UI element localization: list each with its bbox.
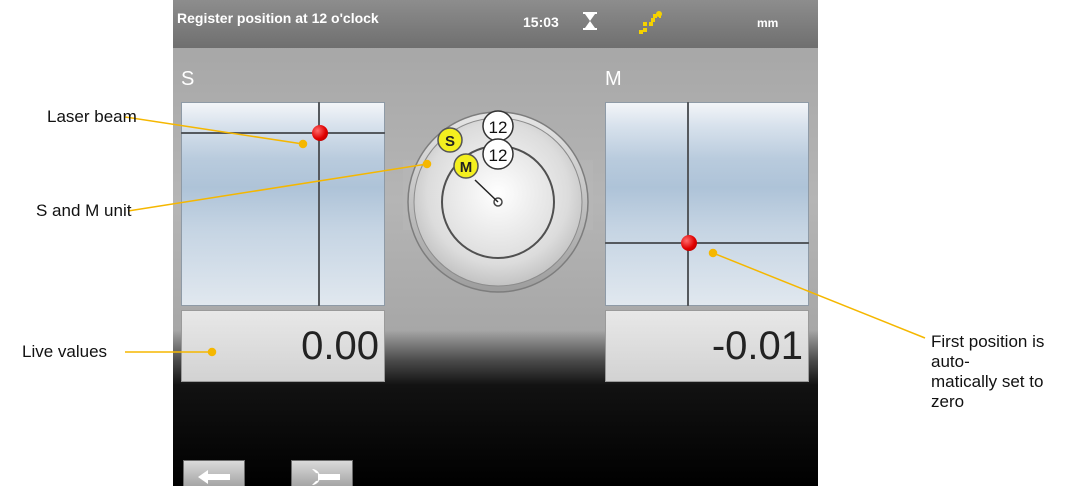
callout-lines xyxy=(124,116,926,357)
laser-beam-leader xyxy=(124,116,304,145)
first-position-leader xyxy=(712,252,926,339)
laser-beam-callout: Laser beam xyxy=(47,107,137,126)
s-and-m-unit-callout: S and M unit xyxy=(36,201,132,220)
live-values-callout: Live values xyxy=(22,342,108,361)
sm-unit-leader xyxy=(127,163,428,212)
first-position-callout-line1: First position is auto- xyxy=(931,332,1045,371)
first-position-callout: First position is auto- matically set to… xyxy=(931,332,1080,412)
first-position-callout-line2: matically set to zero xyxy=(931,372,1044,411)
